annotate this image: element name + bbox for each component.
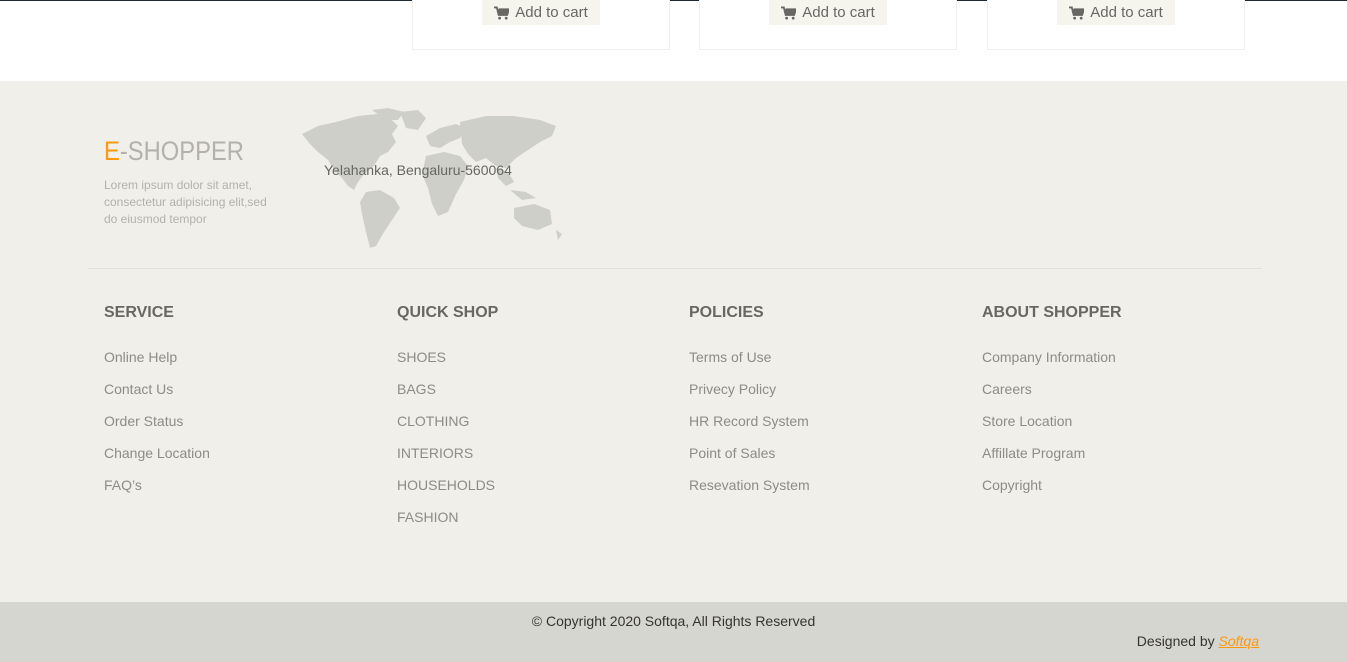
footer-link[interactable]: FASHION (397, 509, 458, 525)
footer-link-item[interactable]: Contact Us (104, 380, 364, 412)
brand-logo[interactable]: E-SHOPPER (104, 136, 244, 167)
footer-link[interactable]: FAQ’s (104, 477, 142, 493)
footer-link[interactable]: BAGS (397, 381, 436, 397)
column-title: POLICIES (689, 304, 764, 321)
footer-link-item[interactable]: CLOTHING (397, 412, 657, 444)
footer-link-item[interactable]: Order Status (104, 412, 364, 444)
footer-link[interactable]: Terms of Use (689, 349, 771, 365)
footer-link[interactable]: Company Information (982, 349, 1116, 365)
footer-link[interactable]: CLOTHING (397, 413, 469, 429)
store-address: Yelahanka, Bengaluru-560064 (324, 162, 512, 178)
column-title: QUICK SHOP (397, 304, 499, 321)
footer-link-item[interactable]: BAGS (397, 380, 657, 412)
world-map-image (302, 108, 562, 248)
add-to-cart-button[interactable]: Add to cart (1057, 0, 1175, 25)
add-to-cart-label: Add to cart (515, 4, 588, 21)
footer-bottom-bar (0, 602, 1347, 662)
footer-link[interactable]: Order Status (104, 413, 183, 429)
footer-link[interactable]: HR Record System (689, 413, 809, 429)
column-title: SERVICE (104, 304, 174, 321)
footer-link[interactable]: Change Location (104, 445, 210, 461)
footer-link[interactable]: Online Help (104, 349, 177, 365)
footer-link[interactable]: Store Location (982, 413, 1072, 429)
footer-link[interactable]: Copyright (982, 477, 1042, 493)
footer-link[interactable]: HOUSEHOLDS (397, 477, 495, 493)
footer-link-item[interactable]: Copyright (982, 476, 1242, 508)
designed-by-label: Designed by (1136, 633, 1215, 649)
footer-link[interactable]: Point of Sales (689, 445, 775, 461)
footer-link-item[interactable]: FASHION (397, 508, 657, 540)
footer-link-item[interactable]: Affillate Program (982, 444, 1242, 476)
add-to-cart-button[interactable]: Add to cart (482, 0, 600, 25)
footer-link[interactable]: SHOES (397, 349, 446, 365)
product-card: Add to cart (699, 0, 957, 50)
footer-link-item[interactable]: Change Location (104, 444, 364, 476)
product-card: Add to cart (412, 0, 670, 50)
brand-logo-accent: E (104, 136, 120, 166)
footer-link-item[interactable]: Careers (982, 380, 1242, 412)
footer-link-item[interactable]: INTERIORS (397, 444, 657, 476)
add-to-cart-label: Add to cart (1090, 4, 1163, 21)
footer-link-item[interactable]: Resevation System (689, 476, 949, 508)
footer-link-item[interactable]: HR Record System (689, 412, 949, 444)
footer-column-service: SERVICE Online Help Contact Us Order Sta… (104, 304, 364, 508)
footer-link[interactable]: Resevation System (689, 477, 810, 493)
column-title: ABOUT SHOPPER (982, 304, 1122, 321)
footer-link[interactable]: Contact Us (104, 381, 173, 397)
footer-column-about-shopper: ABOUT SHOPPER Company Information Career… (982, 304, 1242, 508)
brand-description: Lorem ipsum dolor sit amet, consectetur … (104, 178, 267, 226)
designer-link[interactable]: Softqa (1219, 633, 1259, 649)
footer-link[interactable]: Affillate Program (982, 445, 1085, 461)
footer-top (0, 81, 1347, 269)
add-to-cart-label: Add to cart (802, 4, 875, 21)
footer-link[interactable]: INTERIORS (397, 445, 473, 461)
footer-link-item[interactable]: Terms of Use (689, 348, 949, 380)
footer-link-item[interactable]: Point of Sales (689, 444, 949, 476)
footer-link-item[interactable]: HOUSEHOLDS (397, 476, 657, 508)
footer-link[interactable]: Careers (982, 381, 1032, 397)
footer-link-item[interactable]: FAQ’s (104, 476, 364, 508)
product-card: Add to cart (987, 0, 1245, 50)
brand-logo-text: -SHOPPER (119, 136, 244, 166)
footer-link-item[interactable]: Online Help (104, 348, 364, 380)
footer-column-quick-shop: QUICK SHOP SHOES BAGS CLOTHING INTERIORS… (397, 304, 657, 540)
footer-link[interactable]: Privecy Policy (689, 381, 776, 397)
footer-link-item[interactable]: Store Location (982, 412, 1242, 444)
footer-link-item[interactable]: Company Information (982, 348, 1242, 380)
add-to-cart-button[interactable]: Add to cart (769, 0, 887, 25)
footer-link-item[interactable]: SHOES (397, 348, 657, 380)
copyright-text: © Copyright 2020 Softqa, All Rights Rese… (531, 613, 816, 629)
designed-by: Designed by Softqa (1137, 633, 1259, 649)
cart-icon (494, 5, 510, 20)
footer-column-policies: POLICIES Terms of Use Privecy Policy HR … (689, 304, 949, 508)
cart-icon (1069, 5, 1085, 20)
cart-icon (781, 5, 797, 20)
footer-link-item[interactable]: Privecy Policy (689, 380, 949, 412)
